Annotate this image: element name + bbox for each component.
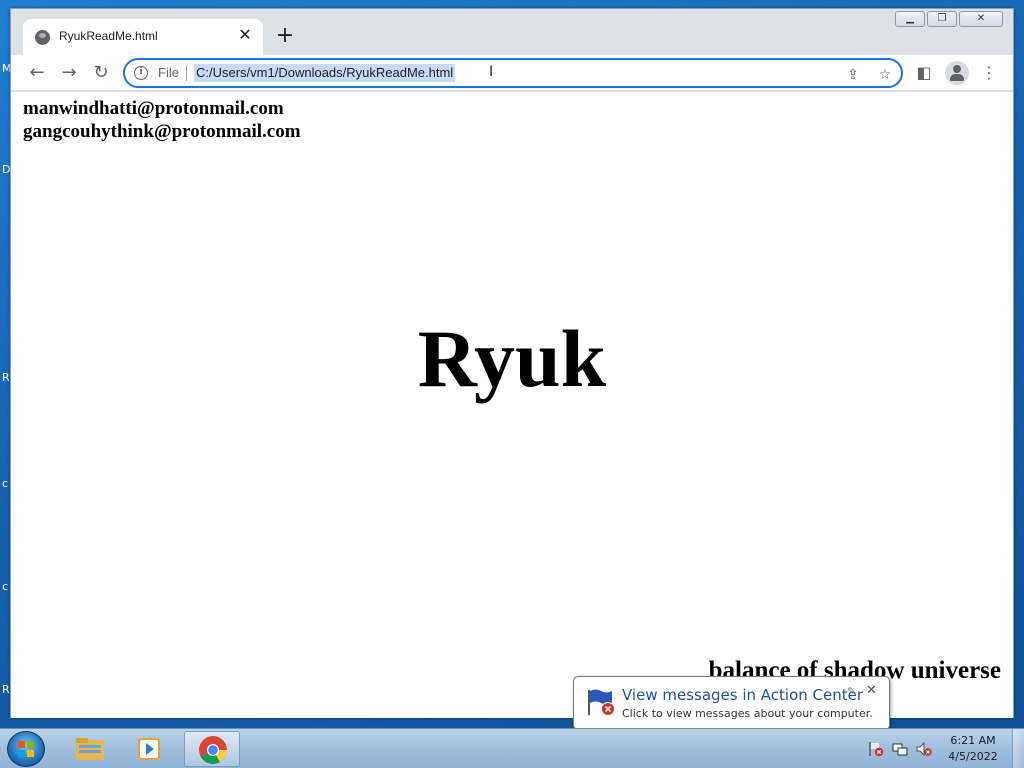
action-center-flag-icon	[588, 689, 615, 716]
toolbar: ← → ↻ i File C:/Users/vm1/Downloads/Ryuk…	[11, 55, 1013, 91]
wrench-icon[interactable]: ✎	[847, 685, 856, 698]
clock-date: 4/5/2022	[948, 750, 998, 763]
scheme-label: File	[158, 65, 179, 80]
minimize-button[interactable]: ▁	[895, 11, 925, 27]
contact-email: gangcouhythink@protonmail.com	[23, 121, 301, 142]
side-panel-icon[interactable]: ◧	[912, 61, 936, 85]
contact-email: manwindhatti@protonmail.com	[23, 98, 284, 119]
taskbar-media-player[interactable]	[122, 731, 178, 767]
windows-logo-icon	[18, 741, 34, 757]
start-button[interactable]	[7, 731, 45, 767]
menu-kebab-icon[interactable]: ⋮	[977, 61, 1001, 85]
desktop-icon-label[interactable]: c	[2, 477, 8, 490]
info-icon[interactable]: i	[134, 66, 148, 80]
browser-window: RyukReadMe.html ✕ + ▁ ❐ ✕ ← → ↻ i File C…	[10, 8, 1014, 718]
close-tab-icon[interactable]: ✕	[235, 25, 255, 45]
volume-muted-icon[interactable]	[916, 741, 932, 757]
clock-time: 6:21 AM	[950, 734, 996, 747]
globe-icon	[35, 30, 50, 45]
desktop-icon-label[interactable]: R	[2, 683, 10, 696]
system-clock[interactable]: 6:21 AM 4/5/2022	[944, 733, 1002, 765]
profile-avatar-icon[interactable]	[945, 61, 969, 85]
text-cursor-icon: I	[489, 64, 494, 80]
bookmark-star-icon[interactable]: ☆	[875, 65, 895, 85]
show-desktop-button[interactable]	[1012, 729, 1024, 768]
desktop-icon-label[interactable]: c	[2, 580, 8, 593]
page-headline: Ryuk	[417, 313, 607, 404]
tab-strip: RyukReadMe.html ✕ + ▁ ❐ ✕	[11, 9, 1013, 55]
desktop-icon-label[interactable]: R	[2, 371, 10, 384]
notification-title[interactable]: View messages in Action Center	[622, 686, 863, 704]
window-controls: ▁ ❐ ✕	[895, 11, 1003, 29]
forward-arrow-icon[interactable]: →	[57, 61, 81, 85]
share-icon[interactable]: ⇪	[843, 65, 863, 85]
media-player-icon	[138, 738, 160, 760]
action-center-warning-icon[interactable]	[868, 741, 884, 757]
taskbar-explorer[interactable]	[62, 731, 118, 767]
folder-icon	[76, 738, 104, 760]
chrome-icon	[199, 736, 227, 764]
close-window-button[interactable]: ✕	[959, 11, 1003, 27]
new-tab-button[interactable]: +	[273, 25, 297, 49]
reload-icon[interactable]: ↻	[89, 61, 113, 85]
notification-text: Click to view messages about your comput…	[622, 707, 873, 720]
separator	[186, 66, 187, 81]
maximize-button[interactable]: ❐	[927, 11, 957, 27]
back-arrow-icon[interactable]: ←	[25, 61, 49, 85]
close-notification-icon[interactable]: ✕	[866, 683, 877, 698]
url-text[interactable]: C:/Users/vm1/Downloads/RyukReadMe.html	[194, 64, 456, 82]
page-content: manwindhatti@protonmail.com gangcouhythi…	[11, 92, 1013, 718]
action-center-notification[interactable]: View messages in Action Center Click to …	[573, 676, 890, 739]
taskbar-chrome[interactable]	[184, 731, 240, 767]
tab-title: RyukReadMe.html	[59, 29, 158, 43]
network-icon[interactable]	[892, 741, 908, 757]
taskbar: 6:21 AM 4/5/2022	[0, 728, 1024, 768]
tab-ryukreadme[interactable]: RyukReadMe.html ✕	[23, 19, 263, 55]
address-bar[interactable]: i File C:/Users/vm1/Downloads/RyukReadMe…	[123, 58, 903, 88]
